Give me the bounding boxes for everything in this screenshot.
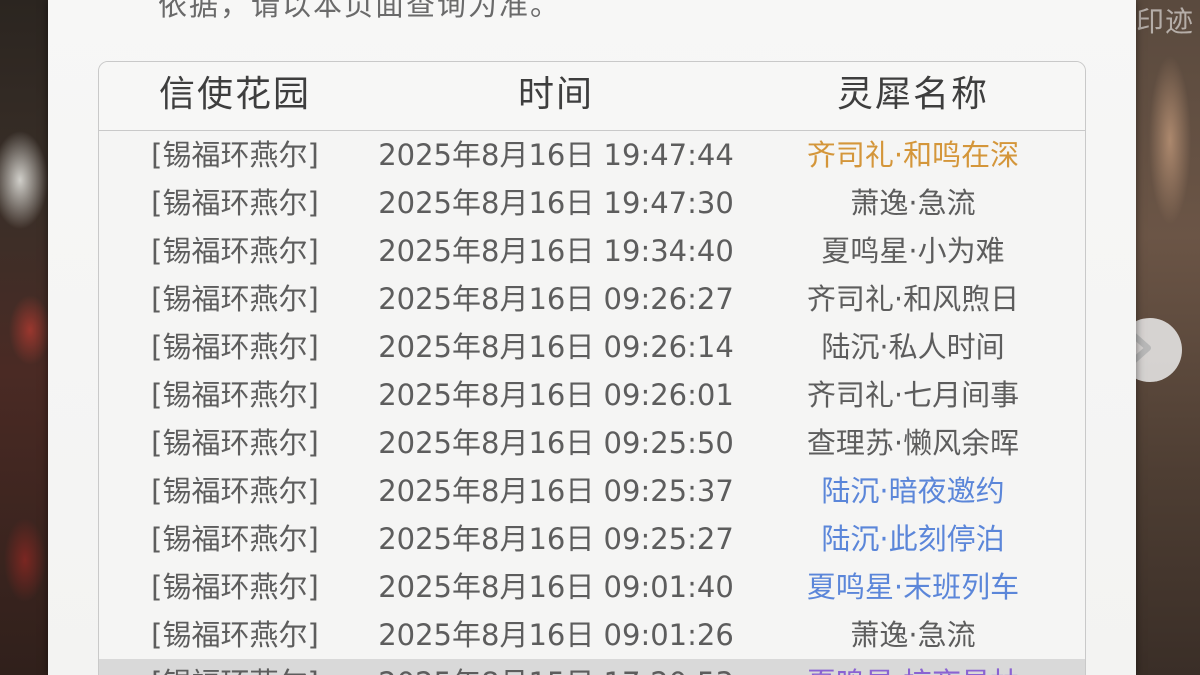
- cell-card-name: 齐司礼·和鸣在深: [806, 138, 1020, 172]
- cell-garden: [锡福环燕尔]: [151, 282, 319, 316]
- table-row: [锡福环燕尔] 2025年8月16日 09:25:50 查理苏·懒风余晖: [99, 419, 1085, 467]
- cell-time: 2025年8月16日 09:25:27: [378, 522, 734, 556]
- background-label: 印迹: [1135, 5, 1194, 38]
- cell-garden: [锡福环燕尔]: [151, 378, 319, 412]
- cell-time: 2025年8月16日 19:34:40: [378, 234, 734, 268]
- cell-card-name: 齐司礼·七月间事: [806, 378, 1020, 412]
- table-row: [锡福环燕尔] 2025年8月16日 09:26:01 齐司礼·七月间事: [99, 371, 1085, 419]
- table-row: [锡福环燕尔] 2025年8月16日 09:25:27 陆沉·此刻停泊: [99, 515, 1085, 563]
- cell-garden: [锡福环燕尔]: [151, 474, 319, 508]
- cell-card-name: 萧逸·急流: [850, 186, 976, 220]
- table-row: [锡福环燕尔] 2025年8月16日 09:25:37 陆沉·暗夜邀约: [99, 467, 1085, 515]
- cell-garden: [锡福环燕尔]: [151, 186, 319, 220]
- table-row: [锡福环燕尔] 2025年8月16日 09:26:14 陆沉·私人时间: [99, 323, 1085, 371]
- cell-time: 2025年8月16日 09:25:50: [378, 426, 734, 460]
- cell-garden: [锡福环燕尔]: [99, 659, 371, 675]
- cell-time: 2025年8月16日 09:01:26: [378, 618, 734, 652]
- cell-garden: [锡福环燕尔]: [151, 330, 319, 364]
- cell-time: 2025年8月16日 09:26:14: [378, 330, 734, 364]
- table-row: [锡福环燕尔] 2025年8月16日 19:47:44 齐司礼·和鸣在深: [99, 131, 1085, 179]
- cell-garden: [锡福环燕尔]: [151, 138, 319, 172]
- table-row: [锡福环燕尔] 2025年8月16日 09:01:40 夏鸣星·末班列车: [99, 563, 1085, 611]
- table-row: [锡福环燕尔]2025年8月15日 17:20:53夏鸣星·掠夜星林: [99, 659, 1085, 675]
- cell-card-name: 夏鸣星·小为难: [821, 234, 1005, 268]
- cell-card-name: 萧逸·急流: [850, 618, 976, 652]
- cell-card-name: 查理苏·懒风余晖: [806, 426, 1020, 460]
- cell-garden: [锡福环燕尔]: [151, 522, 319, 556]
- cell-time: 2025年8月15日 17:20:53: [371, 659, 741, 675]
- table-body[interactable]: [锡福环燕尔] 2025年8月16日 19:47:44 齐司礼·和鸣在深 [锡福环燕尔…: [99, 131, 1085, 675]
- table-row: [锡福环燕尔] 2025年8月16日 19:47:30 萧逸·急流: [99, 179, 1085, 227]
- cell-garden: [锡福环燕尔]: [151, 426, 319, 460]
- table-header: 信使花园 时间 灵犀名称: [99, 62, 1085, 131]
- table-row: [锡福环燕尔] 2025年8月16日 09:26:27 齐司礼·和风煦日: [99, 275, 1085, 323]
- records-table: 信使花园 时间 灵犀名称 [锡福环燕尔] 2025年8月16日 19:47:44 齐…: [98, 61, 1086, 675]
- cell-card-name: 夏鸣星·掠夜星林: [741, 659, 1085, 675]
- header-name: 灵犀名称: [836, 74, 989, 115]
- cell-time: 2025年8月16日 19:47:44: [378, 138, 734, 172]
- table-row: [锡福环燕尔] 2025年8月16日 09:01:26 萧逸·急流: [99, 611, 1085, 659]
- cell-garden: [锡福环燕尔]: [151, 234, 319, 268]
- table-row: [锡福环燕尔] 2025年8月16日 19:34:40 夏鸣星·小为难: [99, 227, 1085, 275]
- cell-card-name: 齐司礼·和风煦日: [806, 282, 1020, 316]
- cell-card-name: 夏鸣星·末班列车: [806, 570, 1020, 604]
- app-screen: 印迹 依据，请以本页面查询为准。 信使花园 时间 灵犀名称 [锡福环燕尔] 202…: [0, 0, 1200, 675]
- cell-card-name: 陆沉·私人时间: [821, 330, 1005, 364]
- cell-time: 2025年8月16日 09:01:40: [378, 570, 734, 604]
- header-time: 时间: [517, 74, 594, 115]
- chevron-right-icon: [1127, 328, 1152, 372]
- notice-text: 依据，请以本页面查询为准。: [158, 0, 562, 22]
- record-panel: 依据，请以本页面查询为准。 信使花园 时间 灵犀名称 [锡福环燕尔] 2025年8…: [48, 0, 1136, 675]
- cell-time: 2025年8月16日 09:25:37: [378, 474, 734, 508]
- cell-time: 2025年8月16日 19:47:30: [378, 186, 734, 220]
- cell-card-name: 陆沉·暗夜邀约: [821, 474, 1005, 508]
- cell-garden: [锡福环燕尔]: [151, 570, 319, 604]
- cell-time: 2025年8月16日 09:26:27: [378, 282, 734, 316]
- cell-card-name: 陆沉·此刻停泊: [821, 522, 1005, 556]
- cell-time: 2025年8月16日 09:26:01: [378, 378, 734, 412]
- cell-garden: [锡福环燕尔]: [151, 618, 319, 652]
- header-garden: 信使花园: [158, 74, 311, 115]
